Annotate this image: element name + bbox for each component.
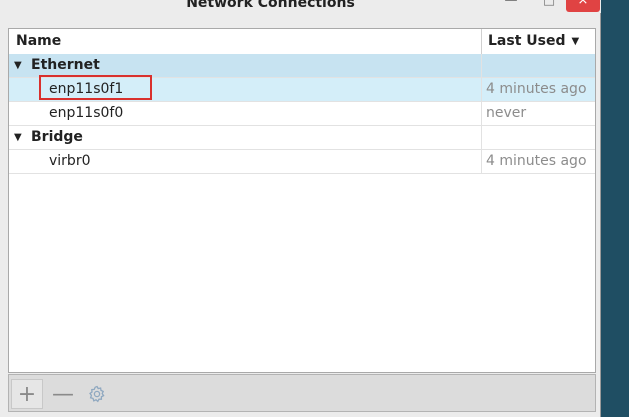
column-header-last-used[interactable]: Last Used ▼ — [488, 29, 579, 54]
remove-connection-button[interactable]: — — [47, 379, 79, 409]
maximize-button[interactable]: □ — [533, 0, 565, 12]
connection-name: enp11s0f0 — [49, 105, 124, 121]
group-label-bridge: Bridge — [31, 129, 83, 145]
connection-name: virbr0 — [49, 153, 91, 169]
connection-row-virbr0[interactable]: virbr0 4 minutes ago — [9, 150, 595, 174]
expand-arrow-icon[interactable]: ▼ — [14, 126, 22, 149]
bottom-toolbar: + — — [8, 374, 596, 412]
connection-name: enp11s0f1 — [49, 81, 124, 97]
window-title: Network Connections — [186, 0, 355, 11]
connection-last-used: never — [486, 105, 527, 121]
column-header-name[interactable]: Name — [16, 29, 61, 54]
column-separator[interactable] — [481, 29, 482, 54]
connections-list[interactable]: Name Last Used ▼ ▼ Ethernet enp11s0f1 4 m… — [8, 28, 596, 373]
network-connections-window: Network Connections — □ × Name Last Used… — [0, 0, 601, 417]
group-label-ethernet: Ethernet — [31, 57, 100, 73]
connection-row-enp11s0f0[interactable]: enp11s0f0 never — [9, 102, 595, 126]
gear-icon — [89, 385, 105, 403]
list-header: Name Last Used ▼ — [9, 29, 595, 55]
close-button[interactable]: × — [566, 0, 600, 12]
column-header-last-used-label: Last Used — [488, 33, 566, 49]
connection-settings-button[interactable] — [81, 379, 113, 409]
connection-last-used: 4 minutes ago — [486, 153, 587, 169]
connection-row-enp11s0f1[interactable]: enp11s0f1 4 minutes ago — [9, 75, 595, 102]
add-connection-button[interactable]: + — [11, 379, 43, 409]
expand-arrow-icon[interactable]: ▼ — [14, 54, 22, 77]
title-bar[interactable]: Network Connections — □ × — [0, 0, 601, 13]
connection-last-used: 4 minutes ago — [486, 81, 587, 97]
sort-descending-icon: ▼ — [571, 36, 580, 47]
group-row-bridge[interactable]: ▼ Bridge — [9, 126, 595, 150]
minimize-button[interactable]: — — [495, 0, 527, 12]
